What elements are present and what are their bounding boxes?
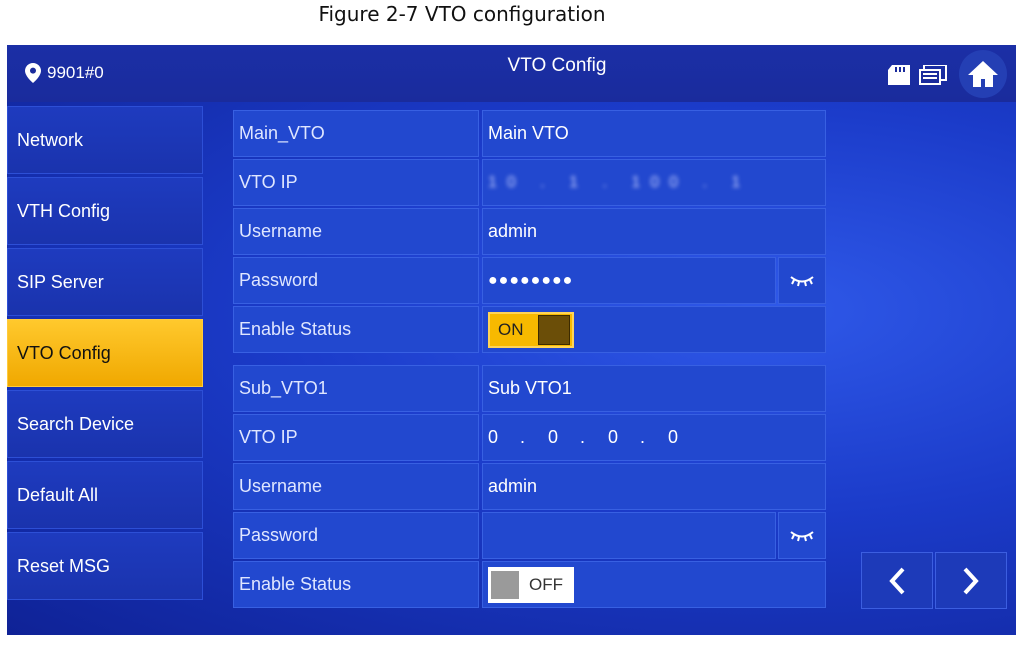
sidebar-item-vth-config[interactable]: VTH Config <box>7 177 203 245</box>
chevron-left-icon <box>889 567 905 594</box>
home-button[interactable] <box>959 50 1007 98</box>
ip-octet-3: 0 <box>608 427 619 447</box>
ip-octet-1: 0 <box>488 427 499 447</box>
main-vto-username-row: Username admin <box>233 208 826 255</box>
device-screen: 9901#0 VTO Config Network VTH Config SIP… <box>7 45 1016 635</box>
ip-dot: . <box>580 427 586 447</box>
toggle-off-text: OFF <box>529 574 563 594</box>
ip-dot: . <box>640 427 646 447</box>
toggle-on-text: ON <box>498 319 524 339</box>
location-pin-icon <box>25 63 41 83</box>
sub-vto-username-row: Username admin <box>233 463 826 510</box>
main-vto-password-field[interactable]: ●●●●●●●● <box>482 257 776 304</box>
main-vto-show-password-button[interactable] <box>778 257 826 304</box>
home-icon <box>968 61 998 87</box>
ip-dot: . <box>520 427 526 447</box>
main-vto-password-label: Password <box>233 257 479 304</box>
prev-page-button[interactable] <box>861 552 933 609</box>
sidebar-item-network[interactable]: Network <box>7 106 203 174</box>
eye-closed-icon <box>790 275 814 286</box>
main-vto-name-label: Main_VTO <box>233 110 479 157</box>
sub-vto-name-row: Sub_VTO1 Sub VTO1 <box>233 365 826 412</box>
main-vto-enable-toggle[interactable]: ON <box>488 311 574 348</box>
sub-vto-password-row: Password <box>233 512 826 559</box>
main-vto-status-cell: ON <box>482 306 826 353</box>
main-vto-ip-value: 10 . 1 . 100 . 1 <box>488 173 751 191</box>
sidebar-item-vto-config[interactable]: VTO Config <box>7 319 203 387</box>
main-vto-password-value: ●●●●●●●● <box>488 271 574 289</box>
sub-vto-ip-field[interactable]: 0 . 0 . 0 . 0 <box>482 414 826 461</box>
sub-vto-name-label: Sub_VTO1 <box>233 365 479 412</box>
figure-caption: Figure 2-7 VTO configuration <box>318 2 606 26</box>
main-vto-ip-field[interactable]: 10 . 1 . 100 . 1 <box>482 159 826 206</box>
main-vto-username-label: Username <box>233 208 479 255</box>
main-vto-status-row: Enable Status ON <box>233 306 826 353</box>
chevron-right-icon <box>963 567 979 594</box>
sub-vto-status-row: Enable Status OFF <box>233 561 826 608</box>
sub-vto-username-label: Username <box>233 463 479 510</box>
top-bar: 9901#0 VTO Config <box>7 45 1016 102</box>
toggle-knob <box>491 570 519 599</box>
sub-vto-ip-row: VTO IP 0 . 0 . 0 . 0 <box>233 414 826 461</box>
eye-closed-icon <box>790 530 814 541</box>
ip-octet-2: 0 <box>548 427 559 447</box>
sidebar-item-search-device[interactable]: Search Device <box>7 390 203 458</box>
page-title: VTO Config <box>507 55 607 76</box>
sub-vto-enable-toggle[interactable]: OFF <box>488 566 574 603</box>
sub-vto-show-password-button[interactable] <box>778 512 826 559</box>
main-vto-status-label: Enable Status <box>233 306 479 353</box>
main-vto-password-row: Password ●●●●●●●● <box>233 257 826 304</box>
main-vto-name-row: Main_VTO Main VTO <box>233 110 826 157</box>
sub-vto-password-label: Password <box>233 512 479 559</box>
toggle-knob <box>538 314 570 345</box>
sidebar-item-sip-server[interactable]: SIP Server <box>7 248 203 316</box>
sd-card-icon[interactable] <box>888 65 910 85</box>
main-vto-ip-row: VTO IP 10 . 1 . 100 . 1 <box>233 159 826 206</box>
sub-vto-status-cell: OFF <box>482 561 826 608</box>
sub-vto-password-field[interactable] <box>482 512 776 559</box>
location-text: 9901#0 <box>47 63 104 82</box>
sub-vto-status-label: Enable Status <box>233 561 479 608</box>
main-vto-username-field[interactable]: admin <box>482 208 826 255</box>
sub-vto-name-field[interactable]: Sub VTO1 <box>482 365 826 412</box>
location-indicator: 9901#0 <box>25 63 104 83</box>
sidebar-item-default-all[interactable]: Default All <box>7 461 203 529</box>
sub-vto-username-field[interactable]: admin <box>482 463 826 510</box>
sidebar-item-reset-msg[interactable]: Reset MSG <box>7 532 203 600</box>
next-page-button[interactable] <box>935 552 1007 609</box>
monitor-icon[interactable] <box>919 65 947 87</box>
main-vto-name-field[interactable]: Main VTO <box>482 110 826 157</box>
main-vto-ip-label: VTO IP <box>233 159 479 206</box>
ip-octet-4: 0 <box>668 427 679 447</box>
sub-vto-ip-label: VTO IP <box>233 414 479 461</box>
